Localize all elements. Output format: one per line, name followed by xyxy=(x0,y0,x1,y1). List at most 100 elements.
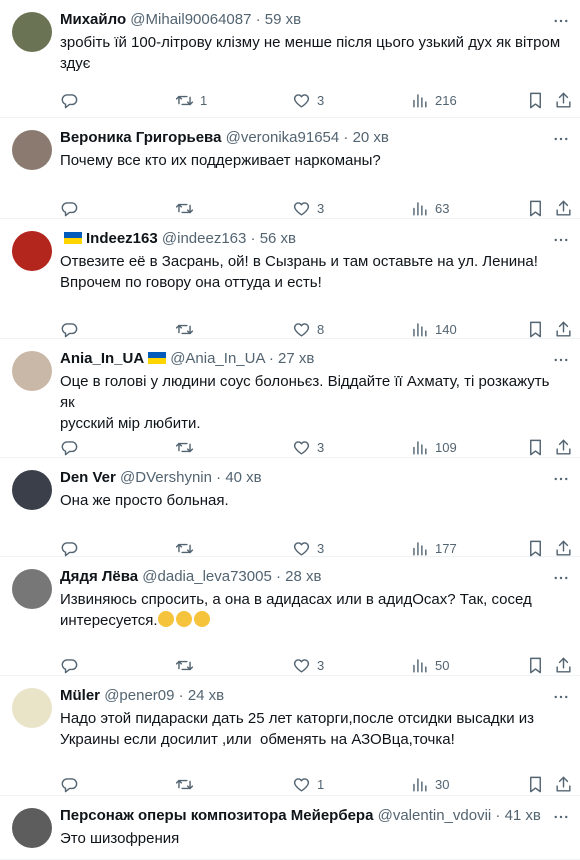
author-handle[interactable]: @indeez163 xyxy=(162,230,246,247)
retweet-icon xyxy=(175,91,194,110)
author-handle[interactable]: @valentin_vdovii xyxy=(378,807,492,824)
reply-button[interactable] xyxy=(60,538,85,558)
author-name[interactable]: Ania_In_UA xyxy=(60,350,144,367)
bookmark-icon xyxy=(526,320,545,339)
tweet[interactable]: Den Ver @DVershynin · 40 хв Она же просто… xyxy=(0,458,580,557)
like-button[interactable]: 3 xyxy=(292,90,324,110)
author-name[interactable]: Indeez163 xyxy=(86,230,158,247)
retweet-button[interactable]: 1 xyxy=(175,90,207,110)
avatar[interactable] xyxy=(12,130,52,170)
avatar[interactable] xyxy=(12,569,52,609)
tweet-text: Это шизофрения xyxy=(60,830,180,847)
views-button[interactable]: 63 xyxy=(410,198,449,218)
separator-dot: · xyxy=(268,350,274,367)
tweet-header: Den Ver @DVershynin · 40 хв xyxy=(60,468,568,488)
timestamp[interactable]: 28 хв xyxy=(285,568,321,585)
reply-button[interactable] xyxy=(60,437,85,457)
heart-icon xyxy=(292,775,311,794)
grinning-face-emoji-icon xyxy=(157,611,174,627)
author-handle[interactable]: @Mihail90064087 xyxy=(130,11,251,28)
avatar[interactable] xyxy=(12,351,52,391)
author-name[interactable]: Den Ver xyxy=(60,469,116,486)
timestamp[interactable]: 59 хв xyxy=(265,11,301,28)
tweet-text: зробіть їй 100-літрову клізму не менше п… xyxy=(60,34,565,72)
bookmark-button[interactable] xyxy=(526,437,545,457)
views-button[interactable]: 109 xyxy=(410,437,457,457)
share-button[interactable] xyxy=(554,538,573,558)
like-button[interactable]: 3 xyxy=(292,655,324,675)
share-button[interactable] xyxy=(554,90,573,110)
tweet-actions: 1 30 xyxy=(60,774,571,794)
like-button[interactable]: 8 xyxy=(292,319,324,339)
timestamp[interactable]: 41 хв xyxy=(505,807,541,824)
timestamp[interactable]: 56 хв xyxy=(260,230,296,247)
reply-button[interactable] xyxy=(60,655,85,675)
retweet-button[interactable] xyxy=(175,538,200,558)
retweet-button[interactable] xyxy=(175,655,200,675)
reply-button[interactable] xyxy=(60,774,85,794)
retweet-button[interactable] xyxy=(175,198,200,218)
tweet-header: Müler @pener09 · 24 хв xyxy=(60,686,568,706)
author-handle[interactable]: @pener09 xyxy=(104,687,174,704)
like-button[interactable]: 3 xyxy=(292,437,324,457)
reply-button[interactable] xyxy=(60,198,85,218)
share-icon xyxy=(554,656,573,675)
share-button[interactable] xyxy=(554,437,573,457)
author-handle[interactable]: @dadia_leva73005 xyxy=(142,568,272,585)
views-chart-icon xyxy=(410,656,429,675)
views-button[interactable]: 50 xyxy=(410,655,449,675)
separator-dot: · xyxy=(255,11,261,28)
like-button[interactable]: 3 xyxy=(292,538,324,558)
share-button[interactable] xyxy=(554,655,573,675)
avatar[interactable] xyxy=(12,231,52,271)
author-name[interactable]: Дядя Лёва xyxy=(60,568,138,585)
timestamp[interactable]: 40 хв xyxy=(225,469,261,486)
timestamp[interactable]: 27 хв xyxy=(278,350,314,367)
tweet[interactable]: Дядя Лёва @dadia_leva73005 · 28 хв Извиня… xyxy=(0,557,580,676)
avatar[interactable] xyxy=(12,470,52,510)
tweet[interactable]: Müler @pener09 · 24 хв Надо этой пидараск… xyxy=(0,676,580,796)
timestamp[interactable]: 20 хв xyxy=(353,129,389,146)
share-icon xyxy=(554,91,573,110)
author-handle[interactable]: @veronika91654 xyxy=(226,129,340,146)
like-button[interactable]: 3 xyxy=(292,198,324,218)
bookmark-button[interactable] xyxy=(526,774,545,794)
bookmark-button[interactable] xyxy=(526,538,545,558)
retweet-button[interactable] xyxy=(175,437,200,457)
avatar[interactable] xyxy=(12,12,52,52)
views-button[interactable]: 30 xyxy=(410,774,449,794)
views-button[interactable]: 177 xyxy=(410,538,457,558)
like-button[interactable]: 1 xyxy=(292,774,324,794)
tweet[interactable]: Indeez163 @indeez163 · 56 хв Отвезите её … xyxy=(0,219,580,339)
reply-button[interactable] xyxy=(60,319,85,339)
bookmark-button[interactable] xyxy=(526,319,545,339)
tweet[interactable]: Ania_In_UA @Ania_In_UA · 27 хв Оце в голов… xyxy=(0,339,580,458)
tweet[interactable]: Михайло @Mihail90064087 · 59 хв зробіть ї… xyxy=(0,0,580,118)
author-name[interactable]: Михайло xyxy=(60,11,126,28)
share-button[interactable] xyxy=(554,198,573,218)
bookmark-button[interactable] xyxy=(526,90,545,110)
avatar[interactable] xyxy=(12,688,52,728)
retweet-button[interactable] xyxy=(175,319,200,339)
bookmark-button[interactable] xyxy=(526,655,545,675)
share-button[interactable] xyxy=(554,319,573,339)
author-name[interactable]: Персонаж оперы композитора Мейербера xyxy=(60,807,373,824)
grinning-face-emoji-icon xyxy=(193,611,210,627)
timestamp[interactable]: 24 хв xyxy=(188,687,224,704)
retweet-button[interactable] xyxy=(175,774,200,794)
heart-icon xyxy=(292,656,311,675)
avatar[interactable] xyxy=(12,808,52,848)
views-button[interactable]: 216 xyxy=(410,90,457,110)
author-handle[interactable]: @Ania_In_UA xyxy=(170,350,264,367)
share-button[interactable] xyxy=(554,774,573,794)
author-name[interactable]: Müler xyxy=(60,687,100,704)
views-button[interactable]: 140 xyxy=(410,319,457,339)
author-name[interactable]: Вероника Григорьева xyxy=(60,129,221,146)
tweet-actions: 3 109 xyxy=(60,437,571,457)
bookmark-icon xyxy=(526,91,545,110)
tweet[interactable]: Вероника Григорьева @veronika91654 · 20 … xyxy=(0,118,580,219)
tweet[interactable]: Персонаж оперы композитора Мейербера @va… xyxy=(0,796,580,860)
bookmark-button[interactable] xyxy=(526,198,545,218)
reply-button[interactable] xyxy=(60,90,85,110)
author-handle[interactable]: @DVershynin xyxy=(120,469,212,486)
